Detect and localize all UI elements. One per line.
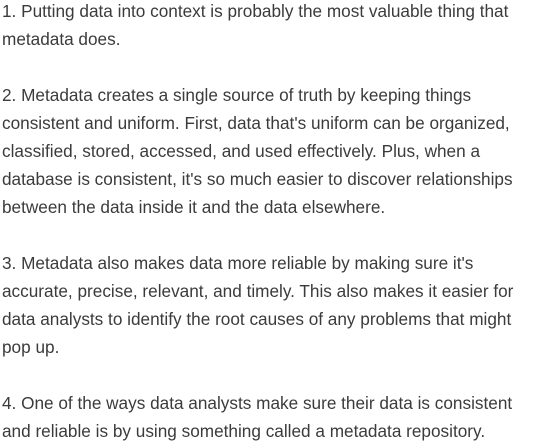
paragraph-single-source-of-truth: 2. Metadata creates a single source of t… <box>2 85 513 217</box>
document-body: 1. Putting data into context is probably… <box>2 0 544 445</box>
paragraph-context: 1. Putting data into context is probably… <box>2 1 509 49</box>
paragraph-metadata-repository: 4. One of the ways data analysts make su… <box>2 393 513 441</box>
paragraph-reliability: 3. Metadata also makes data more reliabl… <box>2 253 514 357</box>
